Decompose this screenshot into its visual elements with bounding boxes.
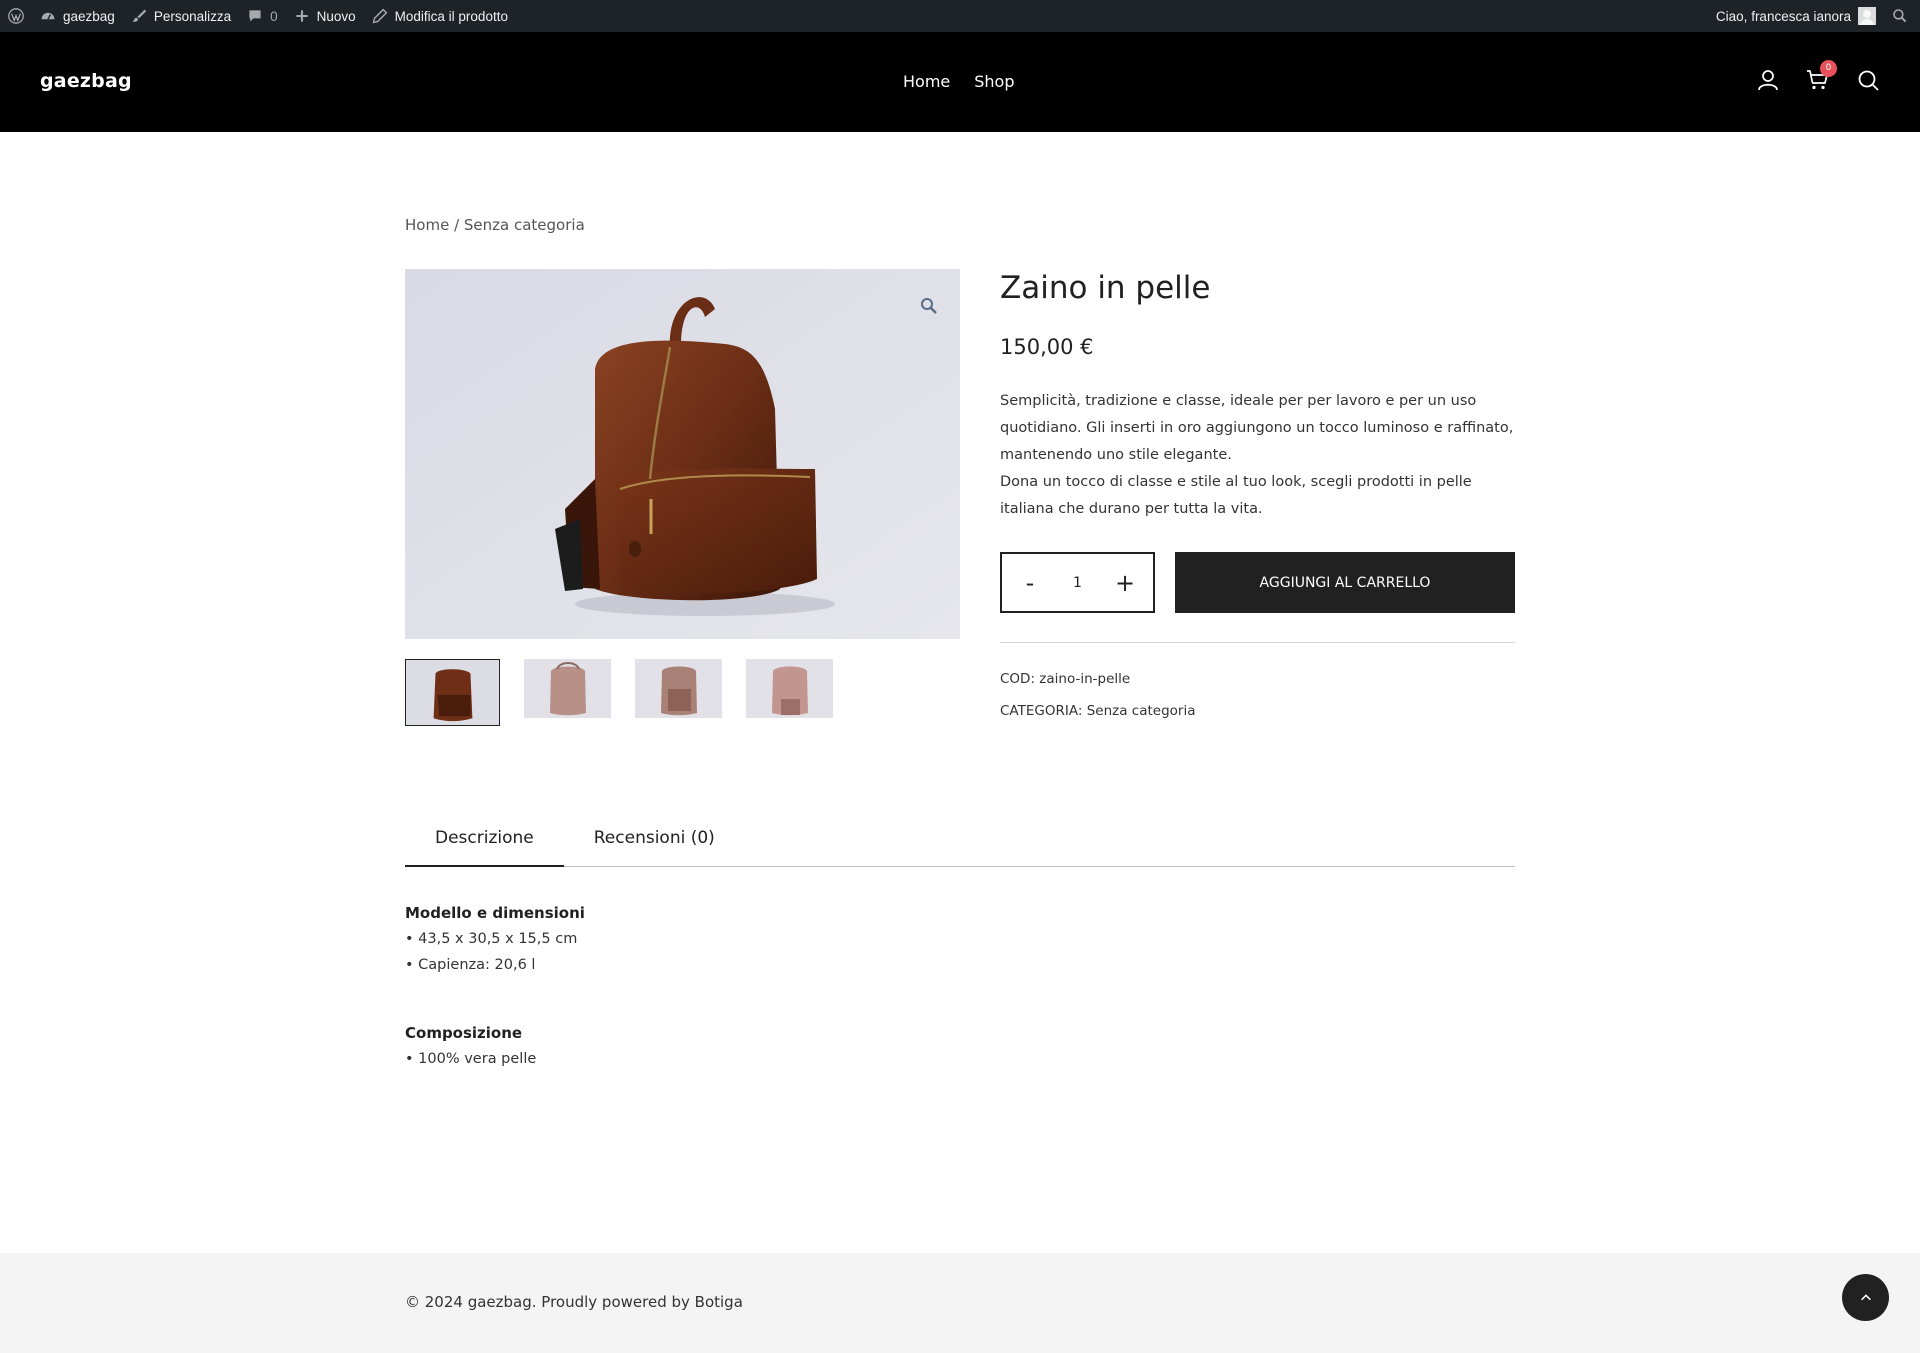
breadcrumb-separator: / bbox=[449, 216, 464, 234]
customize-link[interactable]: Personalizza bbox=[123, 0, 239, 32]
wordpress-logo-button[interactable] bbox=[0, 0, 32, 32]
add-to-cart-button[interactable]: AGGIUNGI AL CARRELLO bbox=[1175, 552, 1515, 613]
admin-site-name: gaezbag bbox=[63, 8, 115, 24]
thumbnail-1[interactable] bbox=[405, 659, 500, 726]
new-label: Nuovo bbox=[316, 8, 356, 24]
nav-shop[interactable]: Shop bbox=[974, 72, 1014, 91]
description-paragraph-1: Semplicità, tradizione e classe, ideale … bbox=[1000, 393, 1514, 463]
customize-label: Personalizza bbox=[153, 8, 232, 24]
product-tabs: Descrizione Recensioni (0) bbox=[405, 812, 1515, 867]
site-title[interactable]: gaezbag bbox=[40, 70, 132, 92]
zoom-icon[interactable] bbox=[920, 297, 938, 315]
my-account-link[interactable]: Ciao, francesca ianora bbox=[1708, 0, 1884, 32]
comments-link[interactable]: 0 bbox=[239, 0, 286, 32]
sku-value: zaino-in-pelle bbox=[1039, 671, 1131, 687]
chevron-up-icon bbox=[1860, 1293, 1871, 1300]
description-panel: Modello e dimensioni • 43,5 x 30,5 x 15,… bbox=[405, 900, 585, 1072]
site-header: gaezbag Home Shop 0 bbox=[0, 32, 1920, 132]
site-footer: © 2024 gaezbag. Proudly powered by Botig… bbox=[0, 1253, 1920, 1353]
admin-search-button[interactable] bbox=[1884, 0, 1920, 32]
list-item: • 43,5 x 30,5 x 15,5 cm bbox=[405, 931, 578, 947]
nav-home[interactable]: Home bbox=[903, 72, 950, 91]
new-content-link[interactable]: Nuovo bbox=[286, 0, 364, 32]
sku-label: COD: bbox=[1000, 671, 1035, 687]
summary-divider bbox=[1000, 642, 1515, 643]
list-item: • 100% vera pelle bbox=[405, 1051, 537, 1067]
section-title-composition: Composizione bbox=[405, 1024, 523, 1042]
breadcrumb-current: Senza categoria bbox=[463, 216, 585, 234]
section-title-dimensions: Modello e dimensioni bbox=[405, 904, 585, 922]
header-icons: 0 bbox=[1756, 60, 1880, 92]
product-category: CATEGORIA: Senza categoria bbox=[1000, 703, 1195, 719]
product-thumbnails bbox=[405, 659, 833, 726]
cart-icon[interactable]: 0 bbox=[1806, 60, 1837, 92]
category-label: CATEGORIA: bbox=[1000, 703, 1083, 719]
wordpress-icon bbox=[8, 8, 24, 24]
thumbnail-2[interactable] bbox=[524, 659, 611, 718]
tab-reviews[interactable]: Recensioni (0) bbox=[564, 812, 745, 867]
backpack-image bbox=[405, 269, 960, 639]
admin-site-link[interactable]: gaezbag bbox=[32, 0, 123, 32]
tab-description[interactable]: Descrizione bbox=[405, 812, 564, 867]
list-item: • Capienza: 20,6 l bbox=[405, 957, 536, 973]
description-paragraph-2: Dona un tocco di classe e stile al tuo l… bbox=[1000, 474, 1472, 517]
thumbnail-4[interactable] bbox=[746, 659, 833, 718]
product-price: 150,00 € bbox=[1000, 335, 1094, 359]
breadcrumb-home[interactable]: Home bbox=[405, 216, 449, 234]
avatar bbox=[1858, 7, 1876, 25]
product-main-image[interactable] bbox=[405, 269, 960, 639]
back-to-top-button[interactable] bbox=[1842, 1274, 1889, 1321]
admin-bar: gaezbag Personalizza 0 Nuovo Modifica il… bbox=[0, 0, 1920, 32]
quantity-minus-button[interactable]: - bbox=[1020, 569, 1040, 597]
search-icon[interactable] bbox=[1856, 68, 1880, 92]
product-sku: COD: zaino-in-pelle bbox=[1000, 671, 1130, 687]
user-greeting: Ciao, francesca ianora bbox=[1715, 8, 1851, 24]
main-navigation: Home Shop bbox=[903, 72, 1015, 91]
product-title: Zaino in pelle bbox=[1000, 270, 1211, 306]
edit-product-label: Modifica il prodotto bbox=[394, 8, 508, 24]
search-icon bbox=[1892, 8, 1908, 24]
plus-icon bbox=[294, 8, 310, 24]
comments-count: 0 bbox=[270, 8, 278, 24]
comment-icon bbox=[247, 8, 263, 24]
dashboard-icon bbox=[40, 8, 56, 24]
quantity-stepper: - + bbox=[1000, 552, 1155, 613]
footer-credits: © 2024 gaezbag. Proudly powered by Botig… bbox=[405, 1293, 743, 1311]
category-link[interactable]: Senza categoria bbox=[1087, 703, 1196, 719]
quantity-plus-button[interactable]: + bbox=[1115, 569, 1135, 597]
account-icon[interactable] bbox=[1756, 68, 1780, 92]
cart-count-badge: 0 bbox=[1820, 60, 1837, 77]
brush-icon bbox=[131, 8, 147, 24]
pencil-icon bbox=[372, 8, 388, 24]
edit-product-link[interactable]: Modifica il prodotto bbox=[364, 0, 516, 32]
breadcrumb: Home / Senza categoria bbox=[405, 216, 585, 234]
product-short-description: Semplicità, tradizione e classe, ideale … bbox=[1000, 388, 1515, 523]
thumbnail-3[interactable] bbox=[635, 659, 722, 718]
quantity-input[interactable] bbox=[1057, 574, 1098, 591]
